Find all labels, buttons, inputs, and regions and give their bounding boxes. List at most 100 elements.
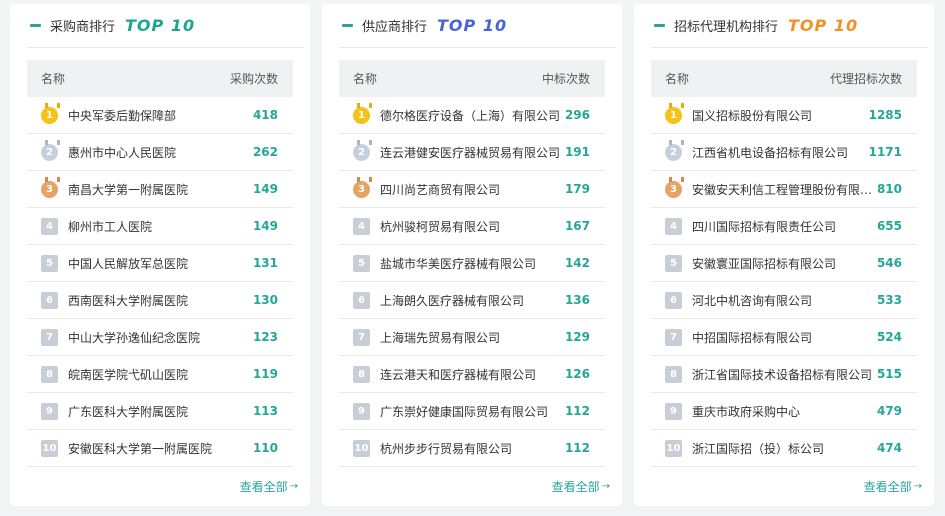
table-row[interactable]: 2 惠州市中心人民医院 262 (27, 134, 293, 171)
table-row[interactable]: 3 南昌大学第一附属医院 149 (27, 171, 293, 208)
row-value: 418 (252, 108, 278, 122)
gold-medal-icon: 1 (41, 102, 60, 124)
row-name[interactable]: 西南医科大学附属医院 (68, 292, 188, 309)
row-name[interactable]: 广东医科大学附属医院 (68, 403, 188, 420)
rank-badge-icon: 4 (41, 217, 58, 235)
column-header-name: 名称 (41, 72, 66, 86)
row-name[interactable]: 河北中机咨询有限公司 (692, 292, 812, 309)
row-value: 296 (564, 108, 590, 122)
row-name[interactable]: 江西省机电设备招标有限公司 (692, 144, 848, 161)
row-value: 119 (252, 367, 278, 381)
row-name[interactable]: 安徽安天利信工程管理股份有限公司 (692, 181, 874, 198)
view-all-link[interactable]: 查看全部 → (864, 478, 922, 495)
gold-medal-icon: 1 (665, 102, 684, 124)
row-name[interactable]: 皖南医学院弋矶山医院 (68, 366, 188, 383)
table-row[interactable]: 2 连云港健安医疗器械贸易有限公司 191 (339, 134, 605, 171)
row-name[interactable]: 浙江省国际技术设备招标有限公司 (692, 366, 872, 383)
table-row[interactable]: 1 国义招标股份有限公司 1285 (651, 97, 917, 134)
table-row[interactable]: 7 上海瑞先贸易有限公司 129 (339, 319, 605, 356)
row-name[interactable]: 重庆市政府采购中心 (692, 403, 800, 420)
row-name[interactable]: 杭州步步行贸易有限公司 (380, 440, 512, 457)
ranking-panel-0: 采购商排行 TOP 10 名称 采购次数 1 中央军委后勤保障部 418 2 惠州市中心人民医院… (10, 4, 310, 506)
view-all-link[interactable]: 查看全部 → (240, 478, 298, 495)
table-row[interactable]: 6 上海朗久医疗器械有限公司 136 (339, 282, 605, 319)
row-name[interactable]: 德尔格医疗设备（上海）有限公司 (380, 107, 560, 124)
row-name[interactable]: 广东崇好健康国际贸易有限公司 (380, 403, 548, 420)
row-name[interactable]: 杭州骏柯贸易有限公司 (380, 218, 500, 235)
rank-badge-icon: 9 (665, 402, 682, 420)
row-name[interactable]: 南昌大学第一附属医院 (68, 181, 188, 198)
row-value: 179 (564, 182, 590, 196)
rank-badge-icon: 7 (665, 328, 682, 346)
arrow-right-icon: → (289, 481, 298, 492)
row-name[interactable]: 四川国际招标有限责任公司 (692, 218, 836, 235)
table-header: 名称 采购次数 (27, 60, 293, 97)
table-row[interactable]: 5 安徽寰亚国际招标有限公司 546 (651, 245, 917, 282)
table-row[interactable]: 9 重庆市政府采购中心 479 (651, 393, 917, 430)
bronze-medal-icon: 3 (665, 176, 684, 198)
title-dash-icon (654, 24, 665, 27)
rank-badge-icon: 4 (665, 217, 682, 235)
row-name[interactable]: 中招国际招标有限公司 (692, 329, 812, 346)
row-name[interactable]: 连云港天和医疗器械有限公司 (380, 366, 536, 383)
row-name[interactable]: 安徽寰亚国际招标有限公司 (692, 255, 836, 272)
row-name[interactable]: 浙江国际招（投）标公司 (692, 440, 824, 457)
table-row[interactable]: 4 柳州市工人医院 149 (27, 208, 293, 245)
table-row[interactable]: 9 广东崇好健康国际贸易有限公司 112 (339, 393, 605, 430)
table-row[interactable]: 2 江西省机电设备招标有限公司 1171 (651, 134, 917, 171)
table-row[interactable]: 1 中央军委后勤保障部 418 (27, 97, 293, 134)
panel-header: 供应商排行 TOP 10 (339, 4, 615, 48)
row-value: 479 (876, 404, 902, 418)
row-value: 149 (252, 219, 278, 233)
row-name[interactable]: 安徽医科大学第一附属医院 (68, 440, 212, 457)
table-row[interactable]: 7 中山大学孙逸仙纪念医院 123 (27, 319, 293, 356)
silver-medal-icon: 2 (665, 139, 684, 161)
table-row[interactable]: 10 杭州步步行贸易有限公司 112 (339, 430, 605, 467)
row-name[interactable]: 中山大学孙逸仙纪念医院 (68, 329, 200, 346)
table-row[interactable]: 7 中招国际招标有限公司 524 (651, 319, 917, 356)
table-row[interactable]: 5 中国人民解放军总医院 131 (27, 245, 293, 282)
table-row[interactable]: 10 浙江国际招（投）标公司 474 (651, 430, 917, 467)
top10-badge: TOP 10 (125, 16, 196, 35)
table-row[interactable]: 10 安徽医科大学第一附属医院 110 (27, 430, 293, 467)
row-name[interactable]: 盐城市华美医疗器械有限公司 (380, 255, 536, 272)
table-row[interactable]: 8 连云港天和医疗器械有限公司 126 (339, 356, 605, 393)
row-value: 474 (876, 441, 902, 455)
panel-title: 采购商排行 (50, 20, 116, 35)
ranking-table: 名称 中标次数 1 德尔格医疗设备（上海）有限公司 296 2 连云港健安医疗器械贸易有限公… (339, 60, 605, 467)
row-name[interactable]: 连云港健安医疗器械贸易有限公司 (380, 144, 560, 161)
table-row[interactable]: 8 浙江省国际技术设备招标有限公司 515 (651, 356, 917, 393)
table-row[interactable]: 1 德尔格医疗设备（上海）有限公司 296 (339, 97, 605, 134)
rank-badge-icon: 6 (353, 291, 370, 309)
row-name[interactable]: 柳州市工人医院 (68, 218, 152, 235)
table-row[interactable]: 9 广东医科大学附属医院 113 (27, 393, 293, 430)
panel-header: 招标代理机构排行 TOP 10 (651, 4, 927, 48)
row-value: 810 (876, 182, 902, 196)
table-row[interactable]: 5 盐城市华美医疗器械有限公司 142 (339, 245, 605, 282)
rank-badge-icon: 5 (665, 254, 682, 272)
rank-badge-icon: 5 (353, 254, 370, 272)
column-header-name: 名称 (665, 72, 690, 86)
row-value: 112 (564, 404, 590, 418)
table-row[interactable]: 3 四川尚艺商贸有限公司 179 (339, 171, 605, 208)
ranking-table: 名称 代理招标次数 1 国义招标股份有限公司 1285 2 江西省机电设备招标有限公司 117… (651, 60, 917, 467)
table-row[interactable]: 4 四川国际招标有限责任公司 655 (651, 208, 917, 245)
table-row[interactable]: 6 河北中机咨询有限公司 533 (651, 282, 917, 319)
row-name[interactable]: 惠州市中心人民医院 (68, 144, 176, 161)
row-name[interactable]: 中国人民解放军总医院 (68, 255, 188, 272)
row-name[interactable]: 四川尚艺商贸有限公司 (380, 181, 500, 198)
row-name[interactable]: 上海瑞先贸易有限公司 (380, 329, 500, 346)
row-name[interactable]: 上海朗久医疗器械有限公司 (380, 292, 524, 309)
title-dash-icon (342, 24, 353, 27)
table-row[interactable]: 3 安徽安天利信工程管理股份有限公司 810 (651, 171, 917, 208)
view-all-link[interactable]: 查看全部 → (552, 478, 610, 495)
row-value: 167 (564, 219, 590, 233)
column-header-value: 代理招标次数 (829, 72, 902, 86)
table-row[interactable]: 4 杭州骏柯贸易有限公司 167 (339, 208, 605, 245)
row-name[interactable]: 国义招标股份有限公司 (692, 107, 812, 124)
row-name[interactable]: 中央军委后勤保障部 (68, 107, 176, 124)
table-row[interactable]: 6 西南医科大学附属医院 130 (27, 282, 293, 319)
table-row[interactable]: 8 皖南医学院弋矶山医院 119 (27, 356, 293, 393)
silver-medal-icon: 2 (353, 139, 372, 161)
table-header: 名称 中标次数 (339, 60, 605, 97)
